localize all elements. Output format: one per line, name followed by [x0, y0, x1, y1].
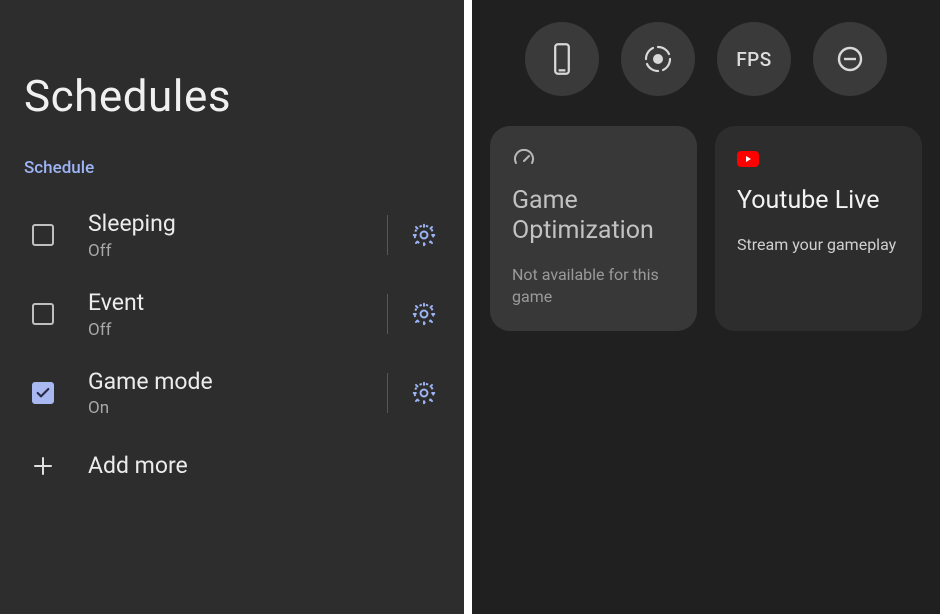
record-button[interactable] [621, 22, 695, 96]
schedule-row-sleeping[interactable]: Sleeping Off [0, 196, 464, 275]
card-title: Game Optimization [512, 186, 677, 246]
panel-gap [464, 0, 472, 614]
settings-button-sleeping[interactable] [404, 215, 444, 255]
checkbox-event[interactable] [32, 303, 54, 325]
fps-label: FPS [736, 48, 772, 71]
youtube-icon [737, 146, 902, 172]
gear-icon [411, 222, 437, 248]
fps-button[interactable]: FPS [717, 22, 791, 96]
schedule-status: On [88, 398, 379, 418]
gear-icon [411, 380, 437, 406]
divider [387, 215, 388, 255]
phone-screenshot-icon [548, 42, 576, 76]
section-label: Schedule [0, 158, 464, 196]
card-subtitle: Not available for this game [512, 264, 677, 307]
divider [387, 294, 388, 334]
card-subtitle: Stream your gameplay [737, 234, 902, 256]
game-dashboard-panel: FPS Game Optimization Not available for … [472, 0, 940, 614]
settings-button-game-mode[interactable] [404, 373, 444, 413]
record-circle-icon [643, 44, 673, 74]
minimize-button[interactable] [813, 22, 887, 96]
minimize-circle-icon [835, 44, 865, 74]
settings-button-event[interactable] [404, 294, 444, 334]
checkbox-sleeping[interactable] [32, 224, 54, 246]
schedule-name: Sleeping [88, 210, 379, 239]
card-title: Youtube Live [737, 186, 902, 216]
schedule-text: Event Off [54, 289, 379, 340]
schedule-status: Off [88, 320, 379, 340]
screenshot-button[interactable] [525, 22, 599, 96]
schedule-status: Off [88, 241, 379, 261]
schedule-row-game-mode[interactable]: Game mode On [0, 354, 464, 433]
card-game-optimization[interactable]: Game Optimization Not available for this… [490, 126, 697, 331]
card-youtube-live[interactable]: Youtube Live Stream your gameplay [715, 126, 922, 331]
add-label: Add more [56, 452, 188, 479]
schedule-text: Sleeping Off [54, 210, 379, 261]
schedule-text: Game mode On [54, 368, 379, 419]
page-title: Schedules [0, 70, 464, 158]
divider [387, 373, 388, 413]
schedule-row-event[interactable]: Event Off [0, 275, 464, 354]
schedules-panel: Schedules Schedule Sleeping Off Event Of… [0, 0, 464, 614]
action-button-row: FPS [490, 22, 922, 126]
schedule-name: Game mode [88, 368, 379, 397]
schedule-name: Event [88, 289, 379, 318]
checkbox-game-mode[interactable] [32, 382, 54, 404]
card-row: Game Optimization Not available for this… [490, 126, 922, 331]
speedometer-icon [512, 146, 677, 172]
add-schedule-button[interactable]: Add more [0, 432, 464, 499]
plus-icon [30, 453, 56, 479]
gear-icon [411, 301, 437, 327]
